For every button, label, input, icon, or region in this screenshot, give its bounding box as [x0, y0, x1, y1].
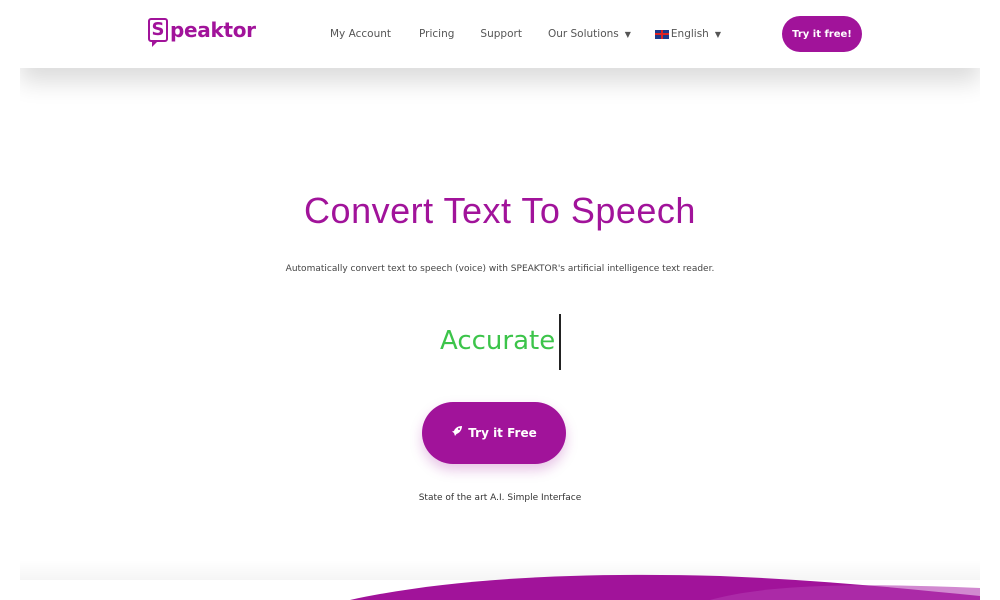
nav-our-solutions-label: Our Solutions — [547, 28, 619, 40]
typing-caret — [559, 314, 561, 370]
nav-my-account[interactable]: My Account — [330, 28, 391, 40]
hero-tagline: State of the art A.I. Simple Interface — [418, 493, 582, 503]
logo-bubble-icon: S — [148, 18, 168, 47]
nav-pricing[interactable]: Pricing — [419, 28, 454, 40]
site-header: S peaktor My Account Pricing Support Our… — [20, 0, 980, 68]
header-try-free-button[interactable]: Try it free! — [782, 16, 862, 52]
language-selector[interactable]: English ▼ — [654, 28, 721, 40]
uk-flag-icon — [654, 29, 669, 39]
hero-try-free-label: Try it Free — [468, 426, 537, 440]
rotating-word: Accurate — [440, 326, 556, 356]
nav-our-solutions[interactable]: Our Solutions ▼ — [548, 28, 631, 40]
language-label: English — [670, 28, 709, 40]
hero-subtitle: Automatically convert text to speech (vo… — [285, 264, 715, 274]
hero-try-free-button[interactable]: Try it Free — [422, 402, 566, 464]
chevron-down-icon: ▼ — [714, 29, 721, 39]
nav-support[interactable]: Support — [480, 28, 522, 40]
speaktor-logo[interactable]: S peaktor — [148, 18, 256, 47]
purple-wave-decoration — [350, 574, 980, 600]
chevron-down-icon: ▼ — [624, 29, 631, 39]
hero-title: Convert Text To Speech — [304, 190, 696, 231]
rotating-headline: Accurate — [440, 314, 561, 370]
main-nav: My Account Pricing Support Our Solutions… — [330, 26, 721, 42]
logo-text: peaktor — [170, 18, 256, 42]
rocket-icon — [451, 425, 463, 441]
page: S peaktor My Account Pricing Support Our… — [20, 0, 980, 600]
